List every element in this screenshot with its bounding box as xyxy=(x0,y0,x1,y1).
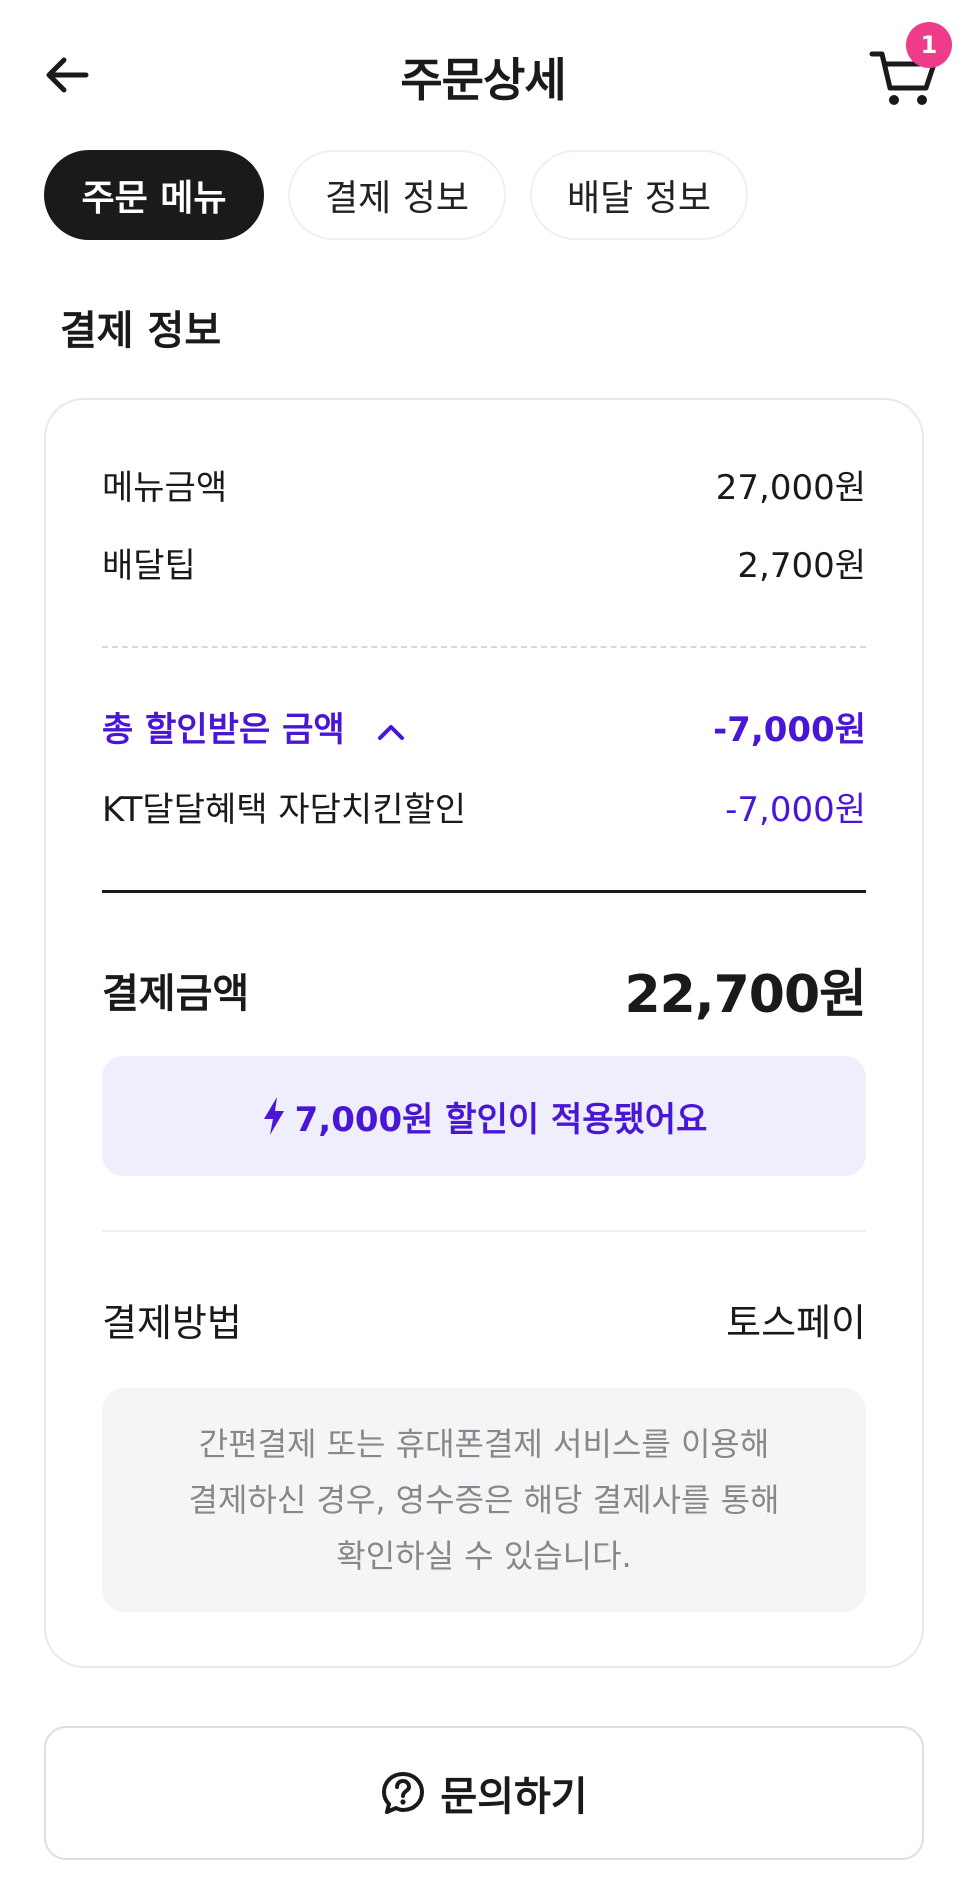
discount-item-value: -7,000원 xyxy=(725,790,866,830)
total-discount-label: 총 할인받은 금액 xyxy=(102,710,345,750)
tab-order-menu[interactable]: 주문 메뉴 xyxy=(44,150,264,240)
cart-badge: 1 xyxy=(906,22,952,68)
chevron-up-icon[interactable] xyxy=(376,722,406,742)
receipt-notice: 간편결제 또는 휴대폰결제 서비스를 이용해 결제하신 경우, 영수증은 해당 … xyxy=(102,1388,866,1612)
menu-amount-label: 메뉴금액 xyxy=(102,468,228,508)
discount-banner: 7,000원 할인이 적용됐어요 xyxy=(102,1056,866,1176)
total-label: 결제금액 xyxy=(102,970,250,1017)
delivery-tip-row: 배달팁 2,700원 xyxy=(102,538,866,587)
total-row: 결제금액 22,700원 xyxy=(102,952,867,1027)
discount-item-label: KT달달혜택 자담치킨할인 xyxy=(102,790,467,830)
discount-banner-text: 7,000원 할인이 적용됐어요 xyxy=(294,1099,708,1140)
inquiry-label: 문의하기 xyxy=(440,1774,588,1820)
notice-line: 확인하실 수 있습니다. xyxy=(336,1537,632,1575)
inquiry-button[interactable]: 문의하기 xyxy=(44,1726,924,1860)
payment-method-value: 토스페이 xyxy=(726,1301,866,1345)
tab-bar: 주문 메뉴 결제 정보 배달 정보 xyxy=(44,150,748,242)
light-divider xyxy=(102,1230,866,1232)
total-discount-value: -7,000원 xyxy=(713,710,866,750)
tab-payment-info[interactable]: 결제 정보 xyxy=(288,150,506,240)
section-title: 결제 정보 xyxy=(60,308,222,354)
dashed-divider xyxy=(102,646,866,648)
lightning-icon xyxy=(263,1097,284,1135)
payment-method-row: 결제방법 토스페이 xyxy=(102,1292,866,1347)
total-discount-row[interactable]: 총 할인받은 금액 -7,000원 xyxy=(102,702,866,751)
payment-method-label: 결제방법 xyxy=(102,1301,242,1345)
discount-item-row: KT달달혜택 자담치킨할인 -7,000원 xyxy=(102,782,866,831)
total-value: 22,700원 xyxy=(624,965,867,1025)
solid-divider xyxy=(102,890,866,893)
top-bar: 주문상세 1 xyxy=(0,0,966,150)
menu-amount-value: 27,000원 xyxy=(715,468,866,508)
delivery-tip-label: 배달팁 xyxy=(102,546,196,586)
notice-line: 결제하신 경우, 영수증은 해당 결제사를 통해 xyxy=(188,1481,780,1519)
notice-line: 간편결제 또는 휴대폰결제 서비스를 이용해 xyxy=(198,1425,770,1463)
question-chat-icon xyxy=(382,1772,425,1814)
tab-delivery-info[interactable]: 배달 정보 xyxy=(530,150,748,240)
payment-card: 메뉴금액 27,000원 배달팁 2,700원 총 할인받은 금액 -7,000… xyxy=(44,398,924,1668)
delivery-tip-value: 2,700원 xyxy=(737,546,866,586)
menu-amount-row: 메뉴금액 27,000원 xyxy=(102,460,866,509)
page-title: 주문상세 xyxy=(400,53,566,107)
